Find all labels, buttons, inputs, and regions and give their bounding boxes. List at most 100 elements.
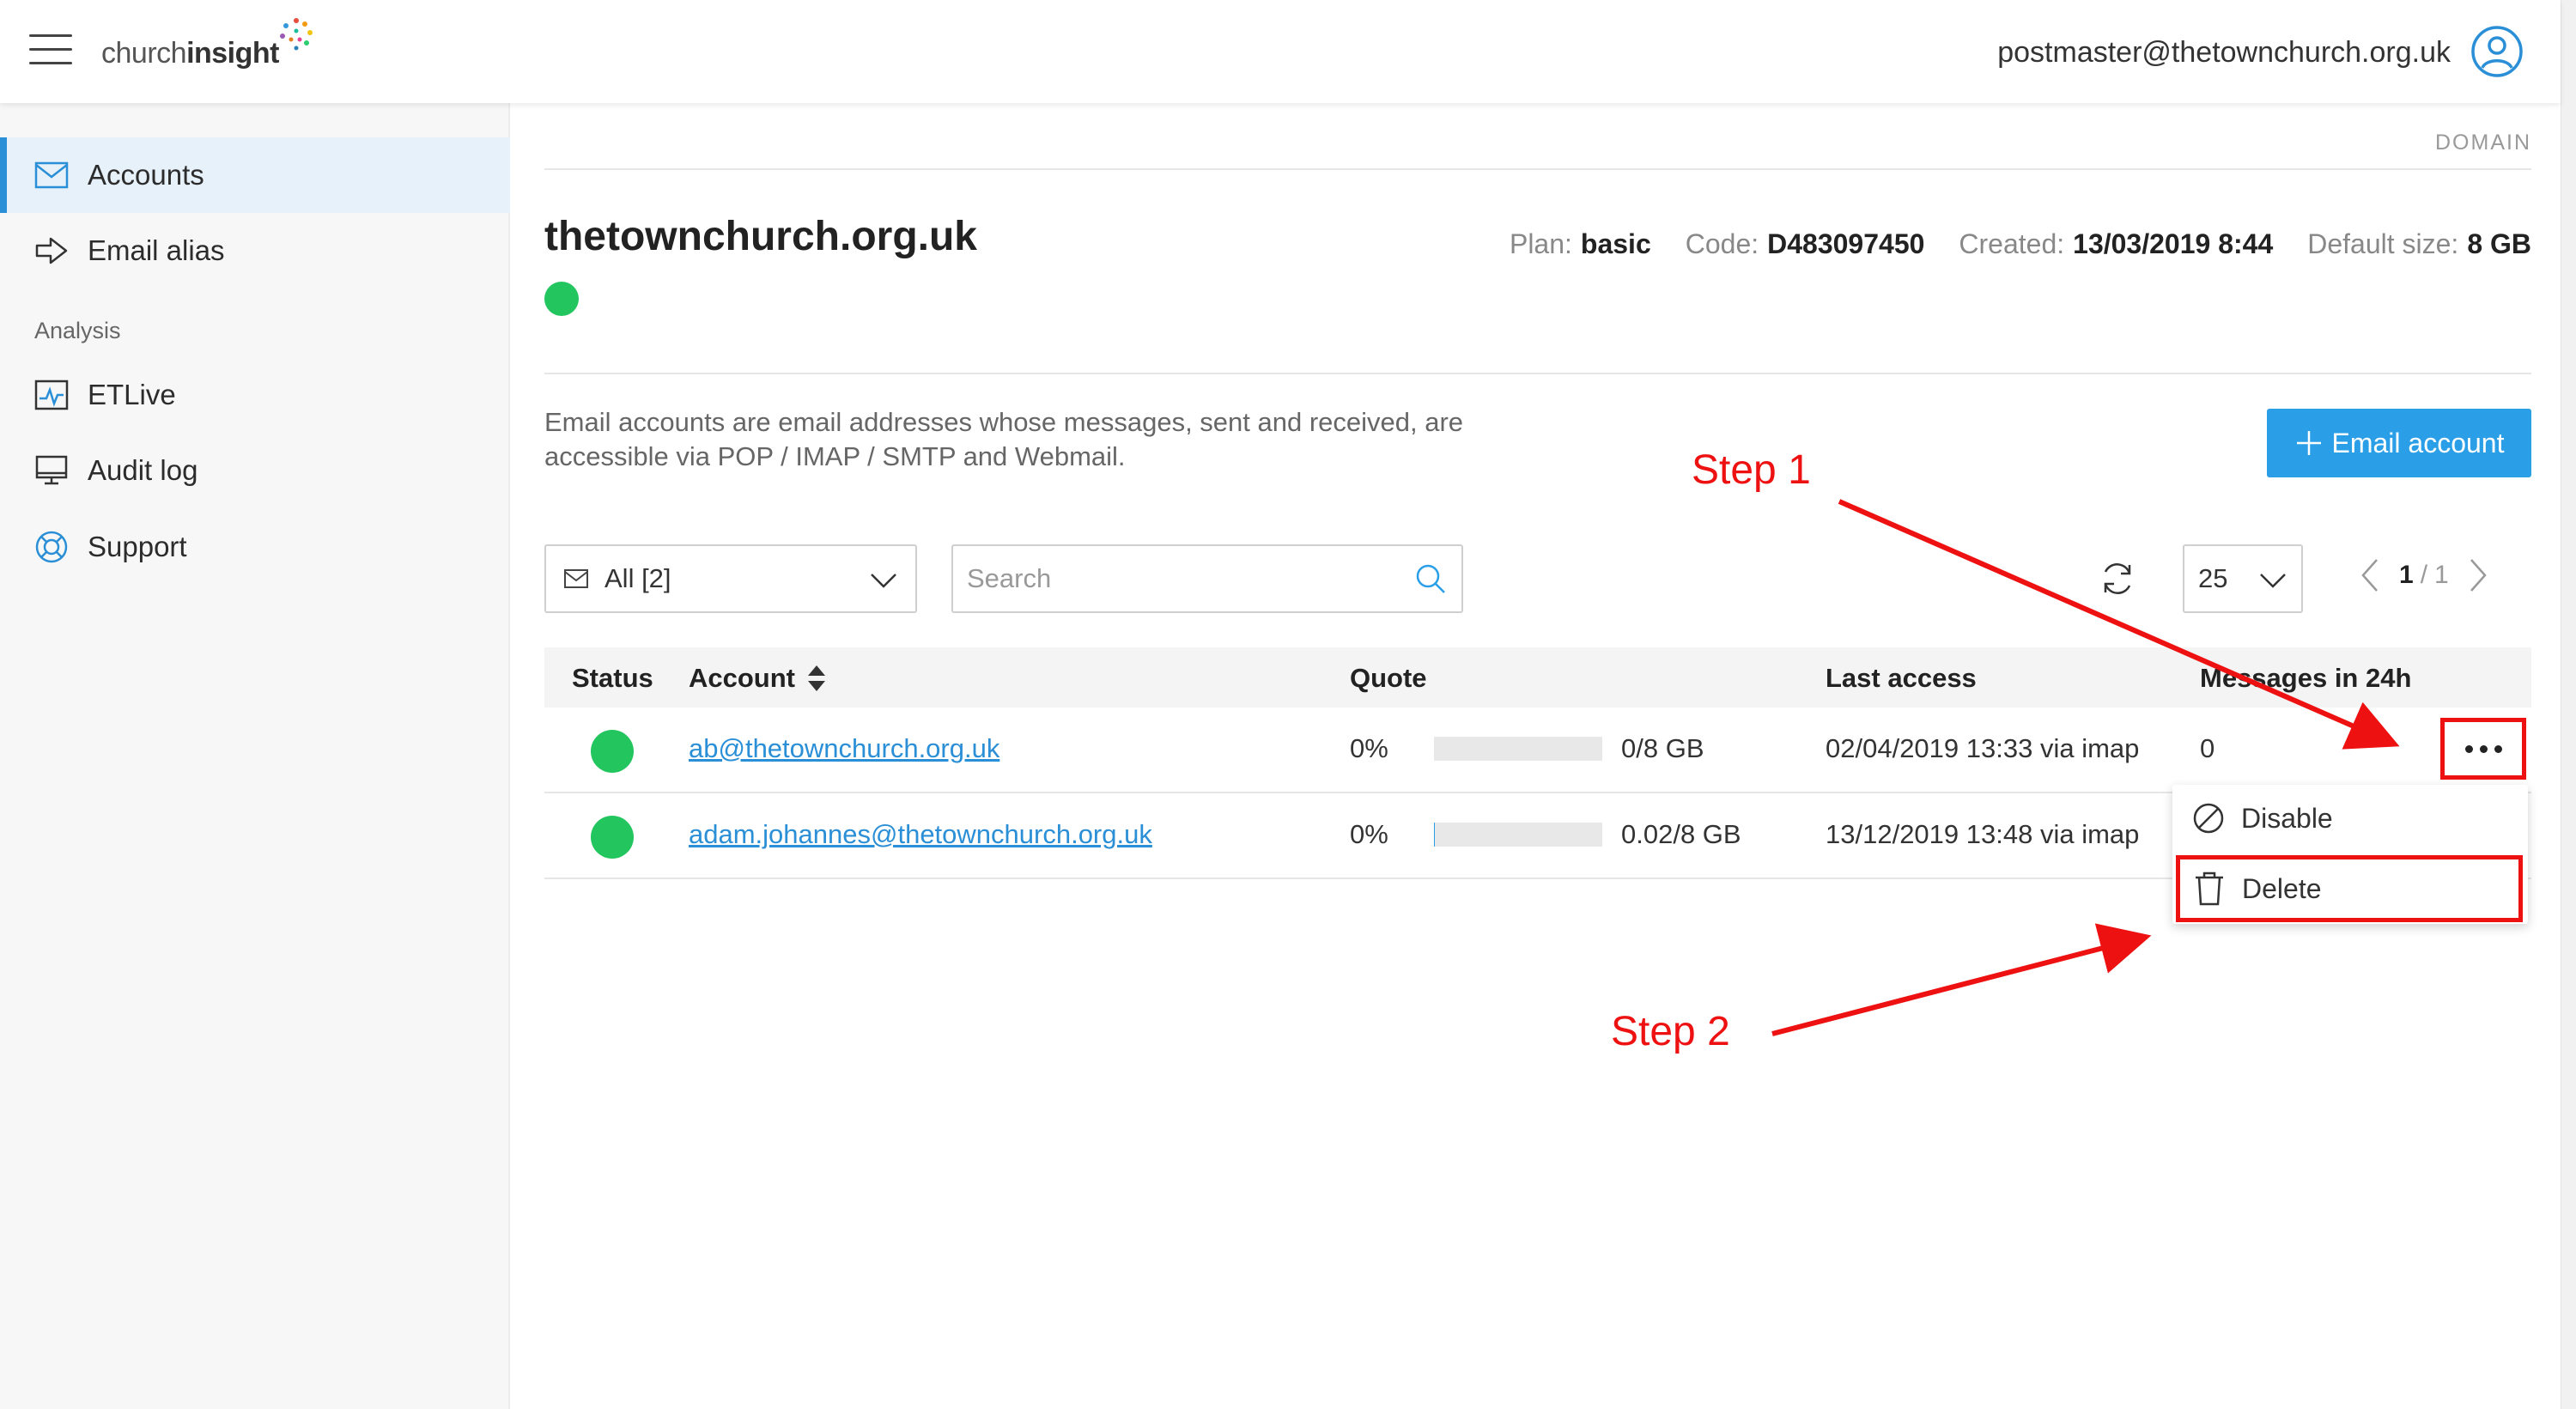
quota-used: 0/8 GB [1621,733,1704,763]
arrow-step-2 [1771,923,2152,1036]
column-header-last-access: Last access [1826,663,1977,693]
sidebar-item-label: Audit log [88,454,198,486]
forward-arrow-icon [33,232,70,270]
add-email-account-button[interactable]: Email account [2267,409,2531,477]
more-dots-icon [2479,744,2488,753]
page-description: Email accounts are email addresses whose… [544,407,1464,471]
column-header-label: Account [689,663,795,693]
churchinsight-logo[interactable]: churchinsight [101,18,317,79]
hamburger-menu-icon[interactable] [29,34,72,65]
quota-bar [1434,737,1602,761]
meta-created: Created: 13/03/2019 8:44 [1959,228,2273,260]
lifebuoy-icon [33,528,70,566]
divider [544,373,2531,374]
status-active-indicator [591,816,634,859]
account-filter-select[interactable]: All [2] [544,544,917,613]
annotation-step-2: Step 2 [1611,1009,1730,1054]
quota-percent: 0% [1350,819,1388,849]
disable-icon [2191,801,2226,835]
row-actions-button[interactable] [2440,718,2526,780]
sidebar: Accounts Email alias Analysis ETLive Aud… [0,103,510,1409]
menu-item-delete[interactable]: Delete [2176,855,2523,922]
quota-bar [1434,823,1602,847]
column-header-status: Status [572,663,653,693]
row-actions-menu: Disable Delete [2172,785,2528,924]
sidebar-item-support[interactable]: Support [0,509,510,585]
meta-code: Code: D483097450 [1686,228,1925,260]
monitor-icon [33,452,70,489]
mail-icon [564,569,588,588]
domain-status-indicator [544,282,579,316]
more-dots-icon [2494,744,2502,753]
column-header-account[interactable]: Account [689,663,828,694]
menu-item-label: Disable [2241,802,2333,834]
page-size-value: 25 [2198,563,2228,593]
search-box [951,544,1463,613]
sidebar-item-audit-log[interactable]: Audit log [0,433,510,508]
sidebar-item-label: ETLive [88,379,176,410]
divider [544,168,2531,170]
quota-used: 0.02/8 GB [1621,819,1741,849]
user-avatar-icon[interactable] [2470,24,2524,79]
trash-icon [2192,871,2227,907]
top-header: churchinsight postmaster@thetownchurch.o… [0,0,2561,103]
sidebar-item-label: Support [88,531,187,562]
sidebar-item-email-alias[interactable]: Email alias [0,213,510,288]
messages-count: 0 [2200,733,2215,763]
menu-item-disable[interactable]: Disable [2172,785,2528,852]
meta-value: D483097450 [1767,228,1925,259]
logo-sparkle-icon [280,18,313,51]
activity-chart-icon [33,376,70,414]
add-button-label: Email account [2331,427,2505,459]
refresh-icon[interactable] [2097,558,2138,599]
meta-plan: Plan: basic [1510,228,1651,260]
account-link[interactable]: adam.johannes@thetownchurch.org.uk [689,819,1152,850]
page-title: thetownchurch.org.uk [544,214,977,259]
plus-icon [2296,431,2321,455]
quota-percent: 0% [1350,733,1388,763]
chevron-left-icon[interactable] [2358,556,2380,594]
table-header: Status Account Quote Last access Message… [544,647,2531,708]
section-tag: DOMAIN [2435,131,2531,155]
page-size-select[interactable]: 25 [2183,544,2303,613]
search-input[interactable] [953,546,1382,611]
sidebar-section-analysis: Analysis [34,318,121,343]
logo-text-light: church [101,37,187,70]
page-separator: / [2420,561,2428,589]
chevron-down-icon [2260,574,2286,588]
meta-value: 13/03/2019 8:44 [2073,228,2274,259]
page-total: 1 [2434,561,2449,589]
meta-label: Plan: [1509,228,1572,259]
meta-label: Default size: [2307,228,2459,259]
last-access: 13/12/2019 13:48 via imap [1826,819,2140,849]
sort-icon[interactable] [805,664,828,693]
search-icon[interactable] [1413,562,1448,596]
meta-label: Created: [1959,228,2065,259]
user-email[interactable]: postmaster@thetownchurch.org.uk [1997,31,2451,74]
column-header-messages: Messages in 24h [2200,663,2412,693]
chevron-down-icon [871,574,896,588]
mail-icon [33,156,70,194]
menu-item-label: Delete [2242,872,2322,904]
last-access: 02/04/2019 13:33 via imap [1826,733,2140,763]
meta-default-size: Default size: 8 GB [2307,228,2531,260]
pagination: 1 / 1 [2358,556,2490,594]
meta-value: basic [1580,228,1651,259]
status-active-indicator [591,730,634,773]
column-header-quote: Quote [1350,663,1427,693]
sidebar-item-label: Accounts [88,159,204,191]
logo-text-bold: insight [186,37,279,70]
chevron-right-icon[interactable] [2468,556,2490,594]
sidebar-item-accounts[interactable]: Accounts [0,137,510,213]
meta-value: 8 GB [2467,228,2531,259]
annotation-step-1: Step 1 [1692,447,1811,493]
sidebar-item-etlive[interactable]: ETLive [0,357,510,433]
page-current: 1 [2399,561,2414,589]
meta-label: Code: [1685,228,1759,259]
table-row[interactable]: ab@thetownchurch.org.uk 0% 0/8 GB 02/04/… [544,708,2531,793]
account-link[interactable]: ab@thetownchurch.org.uk [689,733,999,764]
domain-meta: Plan: basic Code: D483097450 Created: 13/03… [1510,228,2531,260]
page-scrollbar[interactable] [2561,0,2576,1409]
filter-value: All [2] [605,563,671,593]
more-dots-icon [2464,744,2473,753]
